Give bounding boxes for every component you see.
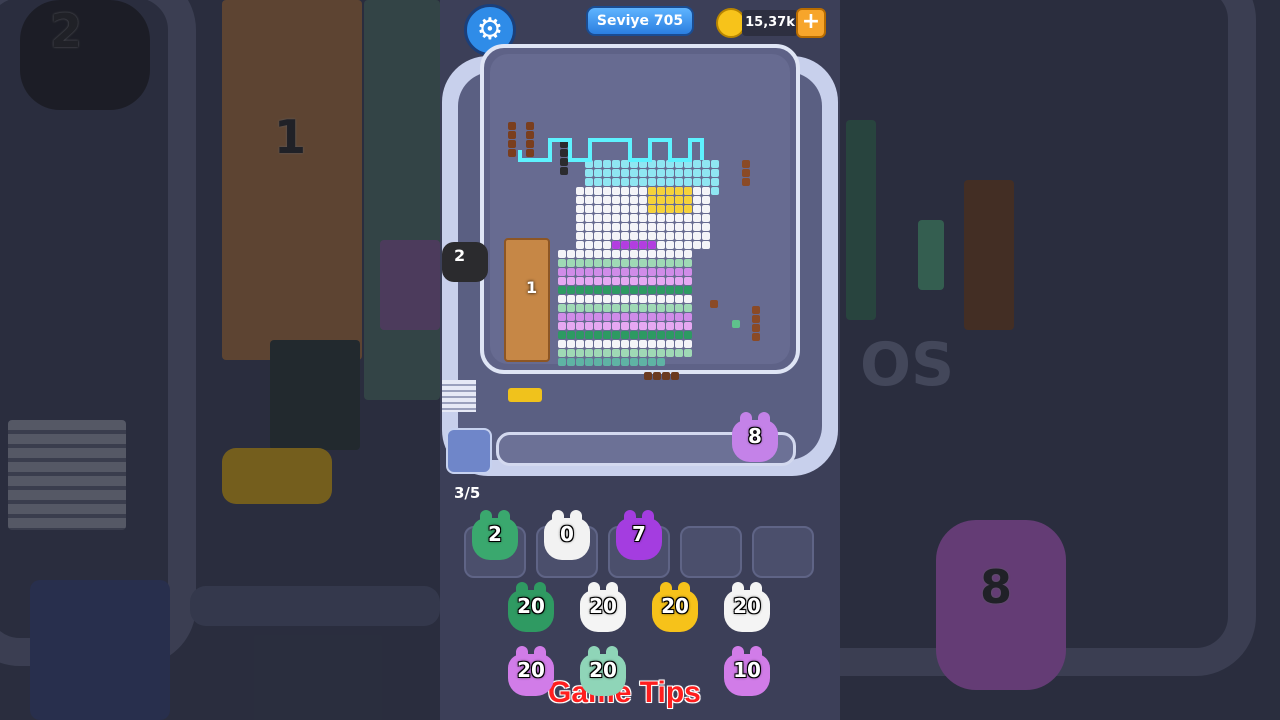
queue-character[interactable]: 20 <box>720 580 774 634</box>
slot[interactable] <box>752 526 814 578</box>
queue-character[interactable]: 20 <box>648 580 702 634</box>
wall-character-count: 2 <box>454 246 466 265</box>
queue-character[interactable]: 20 <box>576 580 630 634</box>
conveyor-character[interactable]: 8 <box>728 410 782 464</box>
slot[interactable] <box>680 526 742 578</box>
crate-count: 1 <box>526 278 538 297</box>
left-background: 2 1 <box>0 0 440 720</box>
slot-character[interactable]: 0 <box>540 508 594 562</box>
queue-character-count: 20 <box>733 594 761 618</box>
game-screen: ⚙ Seviye 705 15,37k + ‹ ‹ ‹ ‹ ‹ 1 2 8 3/… <box>440 0 840 720</box>
queue-character-count: 20 <box>589 658 617 682</box>
queue-character[interactable]: 20 <box>504 580 558 634</box>
pixel-art <box>508 122 760 380</box>
stash-count: 3/5 <box>454 484 481 502</box>
right-background: OS 8 <box>840 0 1280 720</box>
slot-character-count: 2 <box>488 522 502 546</box>
queue-character-count: 10 <box>733 658 761 682</box>
slot-character[interactable]: 7 <box>612 508 666 562</box>
slot-character-count: 7 <box>632 522 646 546</box>
key-icon <box>508 388 542 402</box>
queue-character-count: 20 <box>661 594 689 618</box>
queue-character-count: 20 <box>589 594 617 618</box>
wooden-crate <box>504 238 550 362</box>
stash-tray[interactable] <box>446 428 492 474</box>
queue-character-count: 20 <box>517 658 545 682</box>
queue-character[interactable]: 20 <box>576 644 630 698</box>
queue-character[interactable]: 10 <box>720 644 774 698</box>
slot-character-count: 0 <box>560 522 574 546</box>
slot-character[interactable]: 2 <box>468 508 522 562</box>
queue-character-count: 20 <box>517 594 545 618</box>
queue-character[interactable]: 20 <box>504 644 558 698</box>
